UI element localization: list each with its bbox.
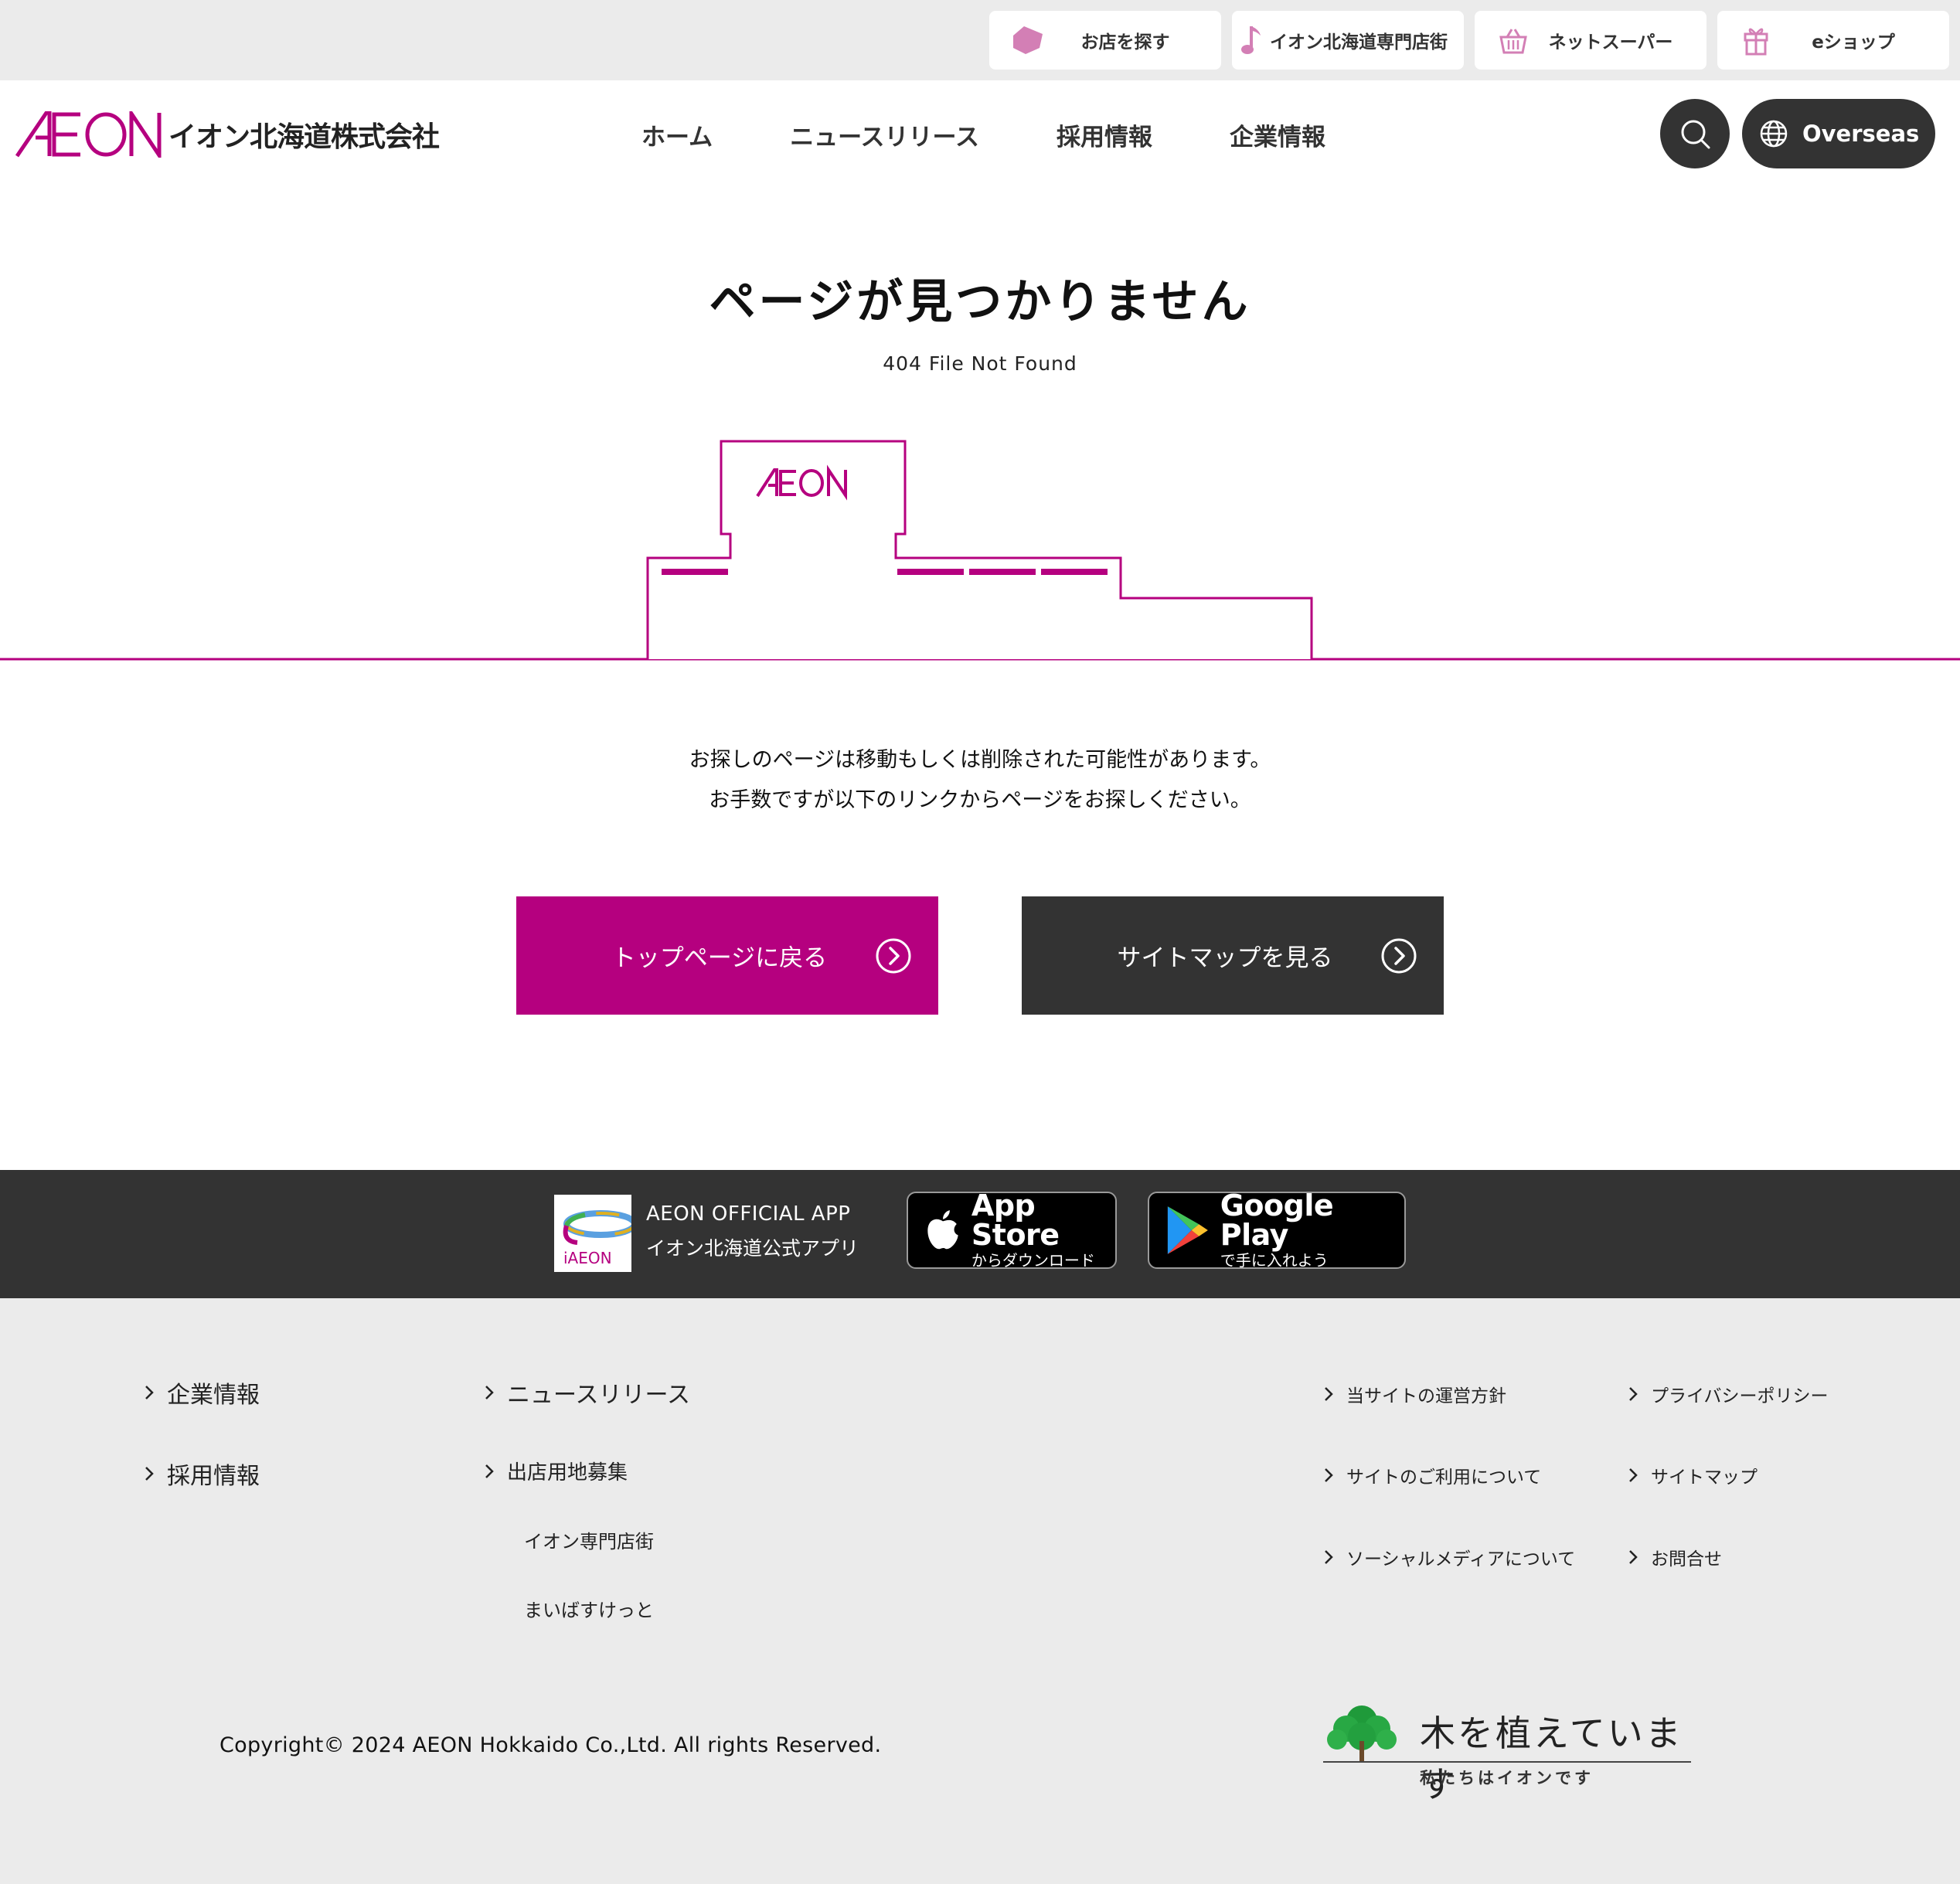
site-logo[interactable]: イオン北海道株式会社 — [15, 111, 440, 158]
nav-home[interactable]: ホーム — [641, 117, 713, 152]
footer-link-site-policy[interactable]: 当サイトの運営方針 — [1323, 1381, 1506, 1407]
footer-link-label: ニュースリリース — [507, 1382, 690, 1409]
footer-link-label: ソーシャルメディアについて — [1346, 1549, 1576, 1569]
footer-sublink-maibasuket[interactable]: まいばすけっと — [524, 1595, 654, 1622]
tree-planting-logo[interactable]: 木を植えています 私たちはイオンです — [1323, 1705, 1694, 1805]
util-link-label: イオン北海道専門店街 — [1270, 32, 1448, 53]
footer-link-contact[interactable]: お問合せ — [1628, 1544, 1722, 1570]
footer-link-privacy-policy[interactable]: プライバシーポリシー — [1628, 1381, 1829, 1407]
util-link-label: ネットスーパー — [1548, 32, 1673, 53]
search-button[interactable] — [1660, 99, 1730, 168]
nav-news-release[interactable]: ニュースリリース — [790, 117, 979, 152]
footer-link-label: 当サイトの運営方針 — [1346, 1386, 1506, 1406]
footer-link-label: 採用情報 — [167, 1463, 260, 1490]
chevron-right-icon — [145, 1467, 154, 1481]
footer-link-store-site-recruit[interactable]: 出店用地募集 — [484, 1457, 628, 1485]
gift-icon — [1734, 19, 1778, 62]
util-link-label: eショップ — [1812, 32, 1895, 53]
aeon-logo-mark — [15, 111, 162, 158]
util-link-specialty-stores[interactable]: イオン北海道専門店街 — [1232, 11, 1464, 70]
back-to-top-button[interactable]: トップページに戻る — [516, 896, 938, 1015]
search-icon — [1681, 120, 1710, 149]
app-subtitle: イオン北海道公式アプリ — [646, 1237, 859, 1260]
view-sitemap-label: サイトマップを見る — [1117, 944, 1333, 972]
page-title: ページが見つかりません — [709, 275, 1251, 329]
util-link-label: お店を探す — [1080, 32, 1170, 53]
view-sitemap-button[interactable]: サイトマップを見る — [1022, 896, 1444, 1015]
footer-link-label: 出店用地募集 — [507, 1461, 628, 1484]
footer-link-label: 企業情報 — [167, 1382, 260, 1409]
circle-arrow-right-icon — [1381, 938, 1417, 974]
google-play-label: Google Play — [1220, 1189, 1334, 1252]
site-footer: 企業情報 採用情報 ニュースリリース 出店用地募集 イオン専門店街 まいばすけっ… — [0, 1298, 1960, 1884]
apple-icon — [927, 1210, 958, 1250]
google-play-icon — [1167, 1206, 1208, 1254]
footer-link-news-release[interactable]: ニュースリリース — [484, 1376, 690, 1410]
chevron-right-icon — [485, 1386, 494, 1399]
error-message-line-2: お手数ですが以下のリンクからページをお探しください。 — [709, 788, 1251, 812]
tree-logo-subtitle: 私たちはイオンです — [1420, 1769, 1594, 1787]
tree-icon — [1327, 1705, 1397, 1761]
error-message-line-1: お探しのページは移動もしくは削除された可能性があります。 — [689, 748, 1271, 772]
chevron-right-icon — [1629, 1468, 1638, 1482]
util-link-eshop[interactable]: eショップ — [1717, 11, 1949, 70]
chevron-right-icon — [1629, 1387, 1638, 1401]
footer-link-recruit[interactable]: 採用情報 — [144, 1457, 260, 1491]
util-link-net-super[interactable]: ネットスーパー — [1475, 11, 1706, 70]
google-play-sublabel: で手に入れよう — [1220, 1251, 1329, 1270]
footer-link-sitemap[interactable]: サイトマップ — [1628, 1462, 1758, 1488]
globe-icon — [1760, 120, 1788, 148]
chevron-right-icon — [485, 1464, 494, 1478]
chevron-right-icon — [1325, 1550, 1333, 1564]
footer-link-company-info[interactable]: 企業情報 — [144, 1376, 260, 1410]
app-store-badge[interactable]: App Store からダウンロード — [907, 1189, 1117, 1270]
global-nav: ホーム ニュースリリース 採用情報 企業情報 — [603, 80, 1364, 189]
footer-link-social-media[interactable]: ソーシャルメディアについて — [1323, 1544, 1575, 1570]
iaeon-icon-text: iAEON — [563, 1249, 612, 1267]
error-message: お探しのページは移動もしくは削除された可能性があります。 お手数ですが以下のリン… — [0, 740, 1960, 821]
footer-link-label: お問合せ — [1651, 1549, 1722, 1569]
footer-link-label: サイトマップ — [1651, 1467, 1758, 1488]
footer-sublink-specialty-stores[interactable]: イオン専門店街 — [524, 1526, 654, 1553]
corporate-name: イオン北海道株式会社 — [168, 121, 440, 153]
chevron-right-icon — [1629, 1550, 1638, 1564]
store-building-illustration — [0, 440, 1960, 661]
app-store-label: App Store — [971, 1189, 1060, 1252]
copyright: Copyright© 2024 AEON Hokkaido Co.,Ltd. A… — [219, 1733, 882, 1757]
tree-logo-divider — [1323, 1761, 1691, 1763]
nav-recruit[interactable]: 採用情報 — [1057, 117, 1152, 152]
page-subtitle: 404 File Not Found — [883, 352, 1077, 375]
tree-logo-title: 木を植えています — [1420, 1712, 1683, 1805]
back-to-top-label: トップページに戻る — [611, 944, 828, 972]
chevron-right-icon — [1325, 1468, 1333, 1482]
circle-arrow-right-icon — [876, 938, 911, 974]
overseas-label: Overseas — [1802, 121, 1920, 147]
iaeon-app-icon[interactable]: iAEON — [554, 1195, 631, 1272]
site-header: イオン北海道株式会社 ホーム ニュースリリース 採用情報 企業情報 Overse… — [0, 80, 1960, 189]
overseas-button[interactable]: Overseas — [1742, 99, 1935, 168]
footer-link-terms-of-use[interactable]: サイトのご利用について — [1323, 1462, 1541, 1488]
app-promo-strip: iAEON AEON OFFICIAL APP イオン北海道公式アプリ App … — [0, 1170, 1960, 1298]
chevron-right-icon — [1325, 1387, 1333, 1401]
google-play-badge[interactable]: Google Play で手に入れよう — [1148, 1189, 1406, 1270]
nav-company-info[interactable]: 企業情報 — [1230, 117, 1325, 152]
util-link-store-finder[interactable]: お店を探す — [989, 11, 1221, 70]
app-store-sublabel: からダウンロード — [971, 1251, 1095, 1270]
app-description: AEON OFFICIAL APP イオン北海道公式アプリ — [646, 1202, 859, 1261]
music-note-icon — [1237, 19, 1268, 62]
footer-link-label: サイトのご利用について — [1346, 1467, 1542, 1488]
chevron-right-icon — [145, 1386, 154, 1399]
basket-icon — [1492, 19, 1535, 62]
app-title: AEON OFFICIAL APP — [646, 1202, 851, 1226]
footer-link-label: プライバシーポリシー — [1651, 1386, 1829, 1406]
utility-bar: お店を探す イオン北海道専門店街 ネットスーパー eショップ — [0, 0, 1960, 80]
tag-icon — [1006, 19, 1050, 62]
